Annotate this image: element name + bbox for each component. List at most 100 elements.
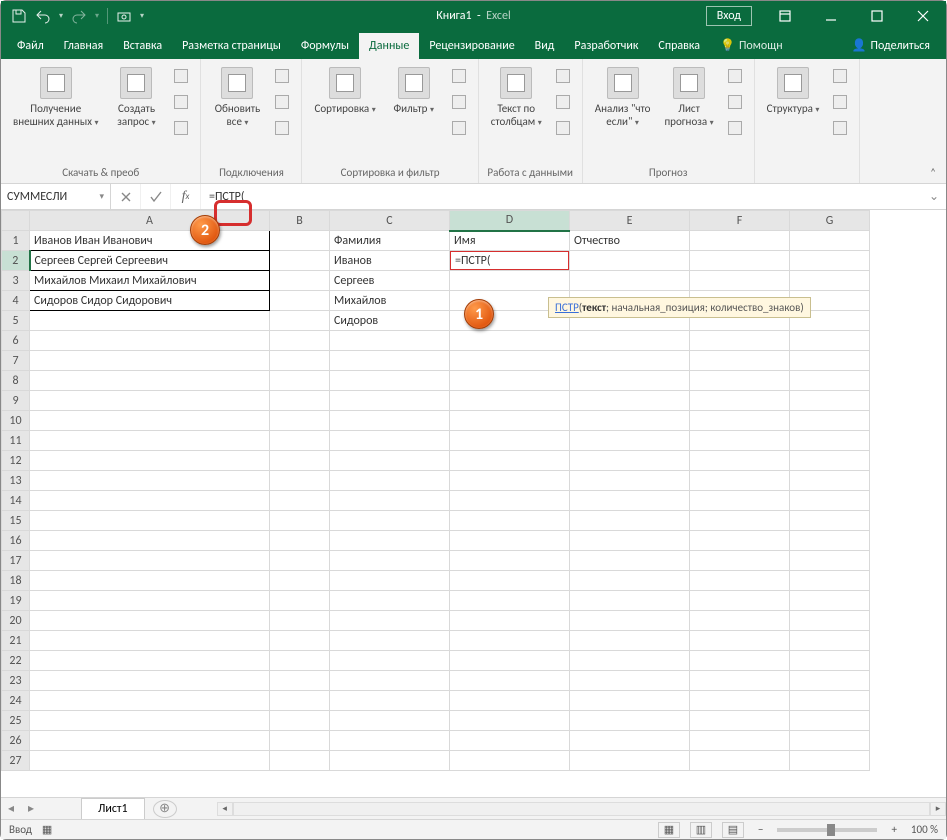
ribbon-small-button[interactable] <box>829 117 851 139</box>
cell[interactable] <box>570 331 690 351</box>
cell[interactable] <box>30 591 270 611</box>
insert-function-button[interactable]: fx <box>171 184 201 209</box>
cell[interactable] <box>690 711 790 731</box>
cell[interactable] <box>270 631 330 651</box>
cell[interactable] <box>330 431 450 451</box>
ribbon-button[interactable]: Анализ "чтоесли" ▾ <box>591 65 655 130</box>
ribbon-small-button[interactable] <box>724 117 746 139</box>
zoom-in-button[interactable]: + <box>887 823 900 836</box>
qat-customize-icon[interactable]: ▾ <box>140 11 144 21</box>
cell[interactable] <box>570 431 690 451</box>
row-header[interactable]: 22 <box>2 651 30 671</box>
cell[interactable] <box>790 431 870 451</box>
row-header[interactable]: 15 <box>2 511 30 531</box>
cell[interactable] <box>330 351 450 371</box>
cell[interactable] <box>270 471 330 491</box>
maximize-button[interactable] <box>854 1 900 31</box>
view-normal-button[interactable]: ▦ <box>658 822 680 838</box>
zoom-out-button[interactable]: − <box>754 823 767 836</box>
cell[interactable] <box>570 351 690 371</box>
cell[interactable] <box>690 431 790 451</box>
row-header[interactable]: 14 <box>2 491 30 511</box>
cell[interactable] <box>270 351 330 371</box>
ribbon-button[interactable]: Фильтр ▾ <box>386 65 442 118</box>
cell[interactable] <box>330 411 450 431</box>
cell[interactable] <box>30 391 270 411</box>
cell[interactable] <box>30 411 270 431</box>
cell[interactable] <box>690 671 790 691</box>
cell[interactable] <box>450 351 570 371</box>
ribbon-tab-данные[interactable]: Данные <box>359 33 419 59</box>
cell[interactable] <box>330 591 450 611</box>
cell[interactable] <box>450 611 570 631</box>
cell[interactable] <box>690 491 790 511</box>
cell[interactable] <box>270 511 330 531</box>
undo-dropdown-icon[interactable]: ▾ <box>59 11 63 21</box>
ribbon-small-button[interactable] <box>552 117 574 139</box>
cell[interactable] <box>790 531 870 551</box>
ribbon-tab-справка[interactable]: Справка <box>648 33 710 59</box>
row-header[interactable]: 16 <box>2 531 30 551</box>
ribbon-tab-рецензирование[interactable]: Рецензирование <box>419 33 524 59</box>
cell[interactable]: Сидоров <box>330 311 450 331</box>
column-header[interactable]: F <box>690 211 790 231</box>
cell[interactable] <box>270 371 330 391</box>
cell[interactable] <box>570 691 690 711</box>
cell[interactable] <box>270 431 330 451</box>
ribbon-tab-файл[interactable]: Файл <box>7 33 54 59</box>
cell[interactable] <box>330 511 450 531</box>
cell[interactable] <box>570 271 690 291</box>
cell[interactable] <box>30 551 270 571</box>
cell[interactable] <box>270 611 330 631</box>
row-header[interactable]: 23 <box>2 671 30 691</box>
cell[interactable] <box>270 391 330 411</box>
row-header[interactable]: 24 <box>2 691 30 711</box>
cell[interactable]: Иванов <box>330 251 450 271</box>
cell[interactable] <box>790 471 870 491</box>
column-header[interactable]: G <box>790 211 870 231</box>
cell[interactable] <box>790 631 870 651</box>
cell[interactable] <box>790 251 870 271</box>
cell[interactable] <box>690 571 790 591</box>
close-button[interactable] <box>900 1 946 31</box>
ribbon-small-button[interactable] <box>448 65 470 87</box>
cell[interactable] <box>330 611 450 631</box>
cell[interactable] <box>30 751 270 771</box>
row-header[interactable]: 10 <box>2 411 30 431</box>
row-header[interactable]: 8 <box>2 371 30 391</box>
cell[interactable] <box>690 651 790 671</box>
cell[interactable] <box>450 431 570 451</box>
expand-formula-bar-icon[interactable]: ⌄ <box>922 189 946 204</box>
cell[interactable] <box>30 731 270 751</box>
cell[interactable] <box>570 251 690 271</box>
scroll-right-icon[interactable]: ▸ <box>930 802 946 816</box>
tell-me[interactable]: 💡 Помощн <box>710 32 793 59</box>
cell[interactable] <box>570 411 690 431</box>
redo-icon[interactable] <box>71 8 87 24</box>
cell[interactable] <box>450 691 570 711</box>
cell[interactable] <box>690 511 790 531</box>
cell[interactable] <box>270 751 330 771</box>
cell[interactable] <box>450 731 570 751</box>
row-header[interactable]: 26 <box>2 731 30 751</box>
save-icon[interactable] <box>11 8 27 24</box>
cell[interactable] <box>790 731 870 751</box>
share-button[interactable]: 👤 Поделиться <box>836 32 946 59</box>
cell[interactable] <box>450 631 570 651</box>
cell[interactable] <box>30 571 270 591</box>
ribbon-button[interactable]: Листпрогноза ▾ <box>660 65 717 130</box>
cell[interactable] <box>30 371 270 391</box>
cell[interactable] <box>570 671 690 691</box>
cell[interactable] <box>690 691 790 711</box>
cell[interactable] <box>690 271 790 291</box>
cell[interactable] <box>270 531 330 551</box>
sheet-nav-prev[interactable]: ◂ <box>1 801 21 816</box>
zoom-slider[interactable] <box>777 828 877 832</box>
cell[interactable] <box>30 451 270 471</box>
cell[interactable] <box>690 531 790 551</box>
ribbon-button[interactable]: Обновитьвсе ▾ <box>209 65 265 130</box>
cell[interactable] <box>270 271 330 291</box>
cell[interactable]: Иванов Иван Иванович <box>30 231 270 251</box>
column-header[interactable]: C <box>330 211 450 231</box>
ribbon-small-button[interactable] <box>552 91 574 113</box>
